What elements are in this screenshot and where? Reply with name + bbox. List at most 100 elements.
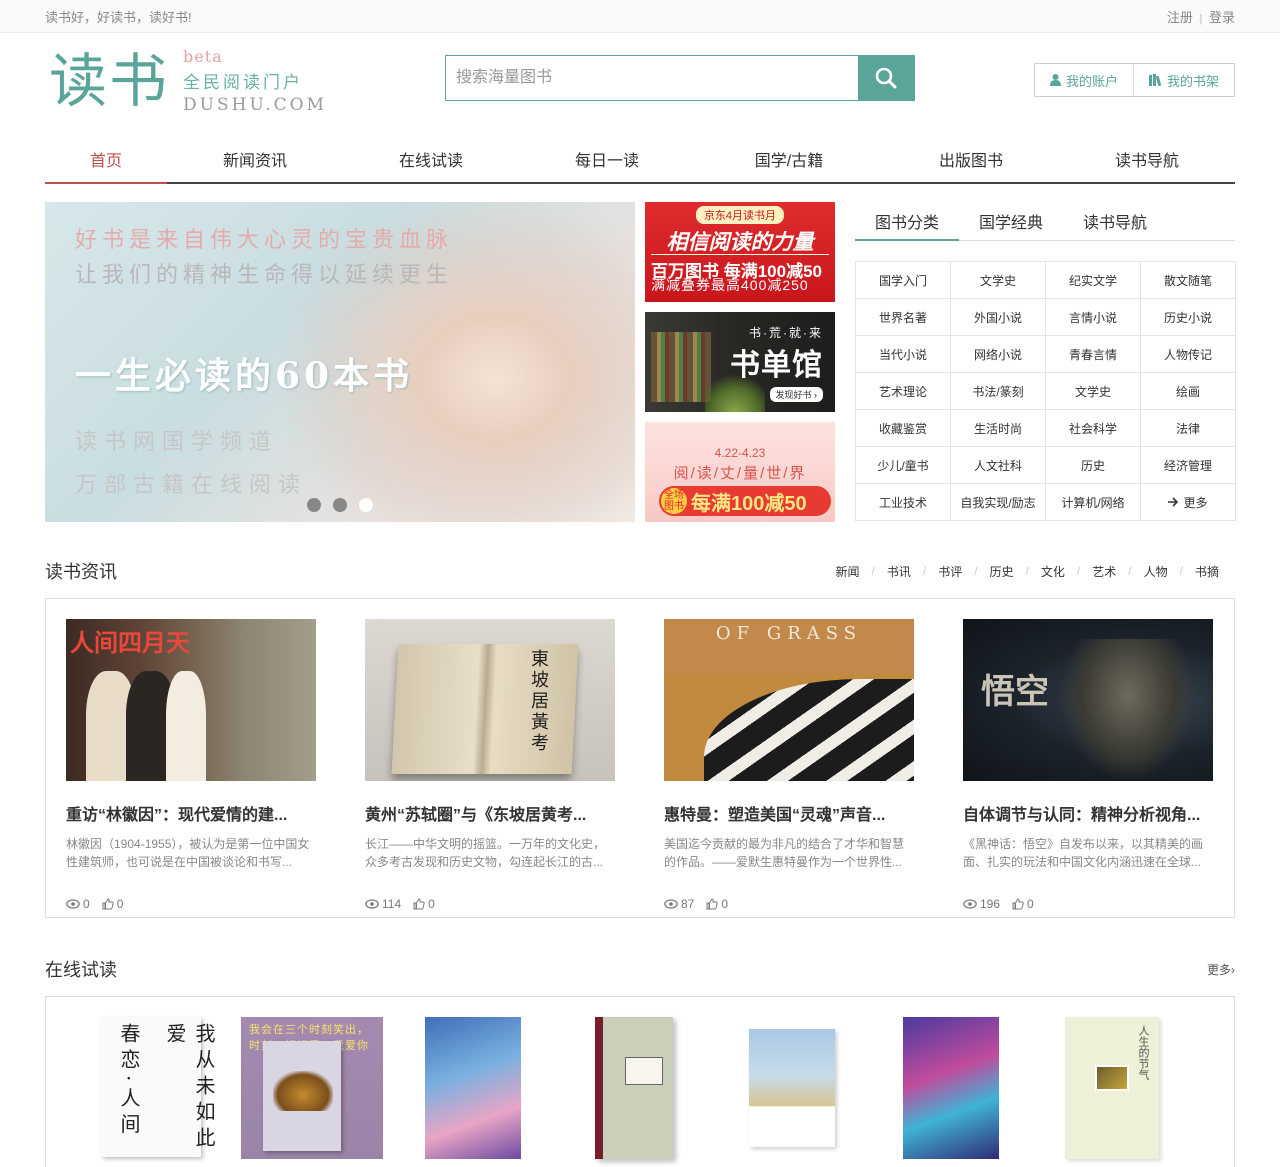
logo-domain: DUSHU.COM [183,95,327,115]
ad-jd-reading-month[interactable]: 京东4月读书月 相信阅读的力量 百万图书 每满100减50 满减叠券最高400减… [645,202,835,302]
news-image[interactable]: 人间四月天 [66,619,316,781]
nav-reading-guide[interactable]: 读书导航 [1059,135,1235,182]
category-item[interactable]: 网络小说 [951,336,1046,373]
like-count-value: 0 [116,897,124,911]
category-item[interactable]: 文学史 [1046,373,1141,410]
category-item[interactable]: 经济管理 [1141,447,1236,484]
book-cover[interactable] [425,1017,521,1159]
thumbs-up-icon [706,898,719,910]
news-link[interactable]: 人物 [1144,563,1168,580]
category-item[interactable]: 收藏鉴赏 [856,410,951,447]
nav-home[interactable]: 首页 [45,135,167,184]
news-image-text: 東坡居黃考 [528,649,549,754]
thumbs-up-icon [413,898,425,910]
book-cover[interactable] [595,1017,673,1159]
news-link[interactable]: 历史 [990,563,1014,580]
news-card[interactable]: 人间四月天 重访“林徽因”：现代爱情的建... 林徽因（1904-1955），被… [66,619,316,917]
search-input[interactable] [446,56,858,100]
like-count[interactable]: 0 [102,897,124,911]
category-item[interactable]: 散文随笔 [1141,262,1236,299]
trial-more-link[interactable]: 更多› [1207,961,1235,978]
news-link[interactable]: 书摘 [1195,563,1219,580]
news-link[interactable]: 文化 [1041,563,1065,580]
news-image[interactable]: 東坡居黃考 [365,619,615,781]
category-item[interactable]: 法律 [1141,410,1236,447]
auth-links: 注册 | 登录 [1167,7,1235,26]
news-image[interactable]: OF GRASS [664,619,914,781]
news-card[interactable]: 悟空 自体调节与认同：精神分析视角... 《黑神话：悟空》自发布以来，以其精美的… [963,619,1213,917]
book-cover[interactable] [749,1029,835,1147]
category-item[interactable]: 文学史 [951,262,1046,299]
my-shelf-button[interactable]: 我的书架 [1132,64,1234,96]
news-title[interactable]: 黄州“苏轼圈”与《东坡居黄考... [365,801,615,825]
category-item[interactable]: 人物传记 [1141,336,1236,373]
news-title[interactable]: 重访“林徽因”：现代爱情的建... [66,801,316,825]
nav-published-books[interactable]: 出版图书 [883,135,1059,182]
banner-title: 一生必读的60本书 [75,355,414,397]
search-button[interactable] [858,56,914,100]
site-logo[interactable]: 读书 beta 全民阅读门户 DUSHU.COM [49,47,327,115]
category-item[interactable]: 绘画 [1141,373,1236,410]
category-item[interactable]: 言情小说 [1046,299,1141,336]
category-item[interactable]: 青春言情 [1046,336,1141,373]
category-item[interactable]: 少儿/童书 [856,447,951,484]
category-item[interactable]: 计算机/网络 [1046,484,1141,521]
book-cover[interactable]: 春恋·人间 我从未如此爱 [101,1017,216,1157]
carousel-dot[interactable] [333,498,347,512]
banner-carousel[interactable]: 好书是来自伟大心灵的宝贵血脉 让我们的精神生命得以延续更生 一生必读的60本书 … [45,202,635,522]
news-card[interactable]: OF GRASS 惠特曼：塑造美国“灵魂”声音... 美国迄今贡献的最为非凡的结… [664,619,914,917]
my-account-label: 我的账户 [1065,73,1118,89]
news-card[interactable]: 東坡居黃考 黄州“苏轼圈”与《东坡居黄考... 长江——中华文明的摇篮。一万年的… [365,619,615,917]
book-cover[interactable] [903,1017,999,1159]
news-title[interactable]: 自体调节与认同：精神分析视角... [963,801,1213,825]
user-icon [1049,74,1061,86]
category-item[interactable]: 自我实现/励志 [951,484,1046,521]
banner-line-1: 好书是来自伟大心灵的宝贵血脉 [75,228,454,253]
nav-guoxue[interactable]: 国学/古籍 [695,135,883,182]
category-item[interactable]: 国学入门 [856,262,951,299]
book-picture [1095,1065,1129,1091]
book-inner-cover [263,1041,341,1151]
ad-promo[interactable]: 4.22-4.23 阅/读/丈/量/世/界 全场图书 每满100减50 [645,422,835,522]
book-cover[interactable]: 我会在三个时刻笑出，时刻，好好爱，我爱你 [241,1017,383,1159]
news-link[interactable]: 艺术 [1092,563,1116,580]
news-link[interactable]: 书讯 [887,563,911,580]
like-count[interactable]: 0 [706,897,728,911]
category-item[interactable]: 纪实文学 [1046,262,1141,299]
like-count[interactable]: 0 [413,897,435,911]
tab-reading-guide[interactable]: 读书导航 [1063,202,1167,240]
category-item[interactable]: 历史小说 [1141,299,1236,336]
news-desc: 美国迄今贡献的最为非凡的结合了才华和智慧的作品。——爱默生惠特曼作为一个世界性.… [664,837,905,869]
category-item[interactable]: 艺术理论 [856,373,951,410]
category-item[interactable]: 世界名著 [856,299,951,336]
tab-book-categories[interactable]: 图书分类 [855,202,959,241]
news-title[interactable]: 惠特曼：塑造美国“灵魂”声音... [664,801,914,825]
news-link[interactable]: 书评 [938,563,962,580]
category-item[interactable]: 书法/篆刻 [951,373,1046,410]
book-cover[interactable]: 人生的节气 [1065,1017,1159,1159]
my-account-button[interactable]: 我的账户 [1035,64,1133,96]
carousel-dot[interactable] [307,498,321,512]
ad-booklist[interactable]: 书·荒·就·来 书单馆 发现好书 › [645,312,835,412]
category-item[interactable]: 人文社科 [951,447,1046,484]
news-image[interactable]: 悟空 [963,619,1213,781]
category-item[interactable]: 生活时尚 [951,410,1046,447]
news-image-text: 人间四月天 [70,628,190,657]
category-more[interactable]: 更多 [1141,484,1236,521]
category-item[interactable]: 外国小说 [951,299,1046,336]
category-item[interactable]: 社会科学 [1046,410,1141,447]
like-count[interactable]: 0 [1012,897,1034,911]
nav-online-trial[interactable]: 在线试读 [343,135,519,182]
carousel-dot-active[interactable] [359,498,373,512]
like-count-value: 0 [721,897,729,911]
nav-news[interactable]: 新闻资讯 [167,135,343,182]
category-item[interactable]: 历史 [1046,447,1141,484]
login-link[interactable]: 登录 [1209,10,1235,25]
nav-daily-read[interactable]: 每日一读 [519,135,695,182]
category-item[interactable]: 当代小说 [856,336,951,373]
news-link[interactable]: 新闻 [835,563,859,580]
register-link[interactable]: 注册 [1167,10,1193,25]
tab-guoxue-classics[interactable]: 国学经典 [959,202,1063,240]
category-item[interactable]: 工业技术 [856,484,951,521]
banner-line-4: 万部古籍在线阅读 [75,473,308,498]
